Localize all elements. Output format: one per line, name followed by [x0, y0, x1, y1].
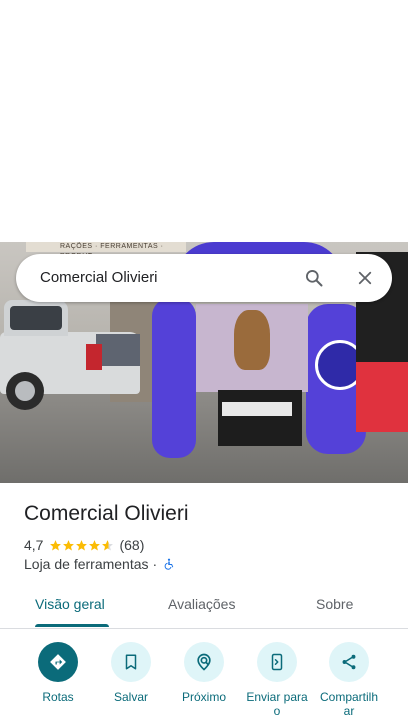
star-icon	[89, 539, 101, 550]
rating-stars	[49, 539, 114, 552]
tab-active-indicator	[35, 624, 109, 627]
send-to-phone-button[interactable]: Enviar para o	[239, 642, 315, 718]
separator-dot: ·	[152, 556, 158, 572]
directions-button[interactable]: Rotas	[20, 642, 96, 704]
booth-table	[218, 390, 302, 446]
tab-bar: Visão geral Avaliações Sobre	[0, 588, 408, 629]
search-icon[interactable]	[304, 268, 324, 288]
directions-icon	[50, 654, 66, 670]
rating-row[interactable]: 4,7 (68)	[24, 536, 144, 554]
category-row: Loja de ferramentas ·	[24, 556, 175, 572]
nearby-button[interactable]: Próximo	[166, 642, 242, 704]
share-label: Compartilhar	[319, 690, 379, 718]
save-label: Salvar	[113, 690, 148, 704]
search-bar[interactable]: Comercial Olivieri	[16, 254, 392, 302]
tab-reviews[interactable]: Avaliações	[168, 596, 235, 612]
review-count: (68)	[119, 537, 145, 553]
dog-image	[234, 310, 270, 370]
share-button[interactable]: Compartilhar	[311, 642, 387, 718]
half-star-icon	[102, 539, 114, 550]
nearby-label: Próximo	[181, 690, 226, 704]
truck-wheel	[6, 372, 44, 410]
star-icon	[76, 539, 88, 550]
nearby-icon	[197, 653, 211, 671]
close-icon[interactable]	[356, 269, 374, 287]
wheelchair-accessible-icon	[164, 558, 174, 570]
star-icon	[50, 539, 62, 550]
tab-about[interactable]: Sobre	[316, 596, 353, 612]
search-input[interactable]: Comercial Olivieri	[40, 269, 158, 286]
star-icon	[63, 539, 75, 550]
rating-value: 4,7	[24, 537, 44, 553]
place-category: Loja de ferramentas	[24, 556, 149, 572]
send-to-phone-icon	[271, 653, 283, 671]
tab-overview[interactable]: Visão geral	[35, 596, 105, 612]
place-title: Comercial Olivieri	[24, 502, 189, 525]
share-icon	[342, 654, 356, 670]
directions-label: Rotas	[42, 690, 74, 704]
send-to-phone-label: Enviar para o	[246, 690, 308, 718]
save-button[interactable]: Salvar	[93, 642, 169, 704]
bookmark-icon	[125, 654, 137, 670]
